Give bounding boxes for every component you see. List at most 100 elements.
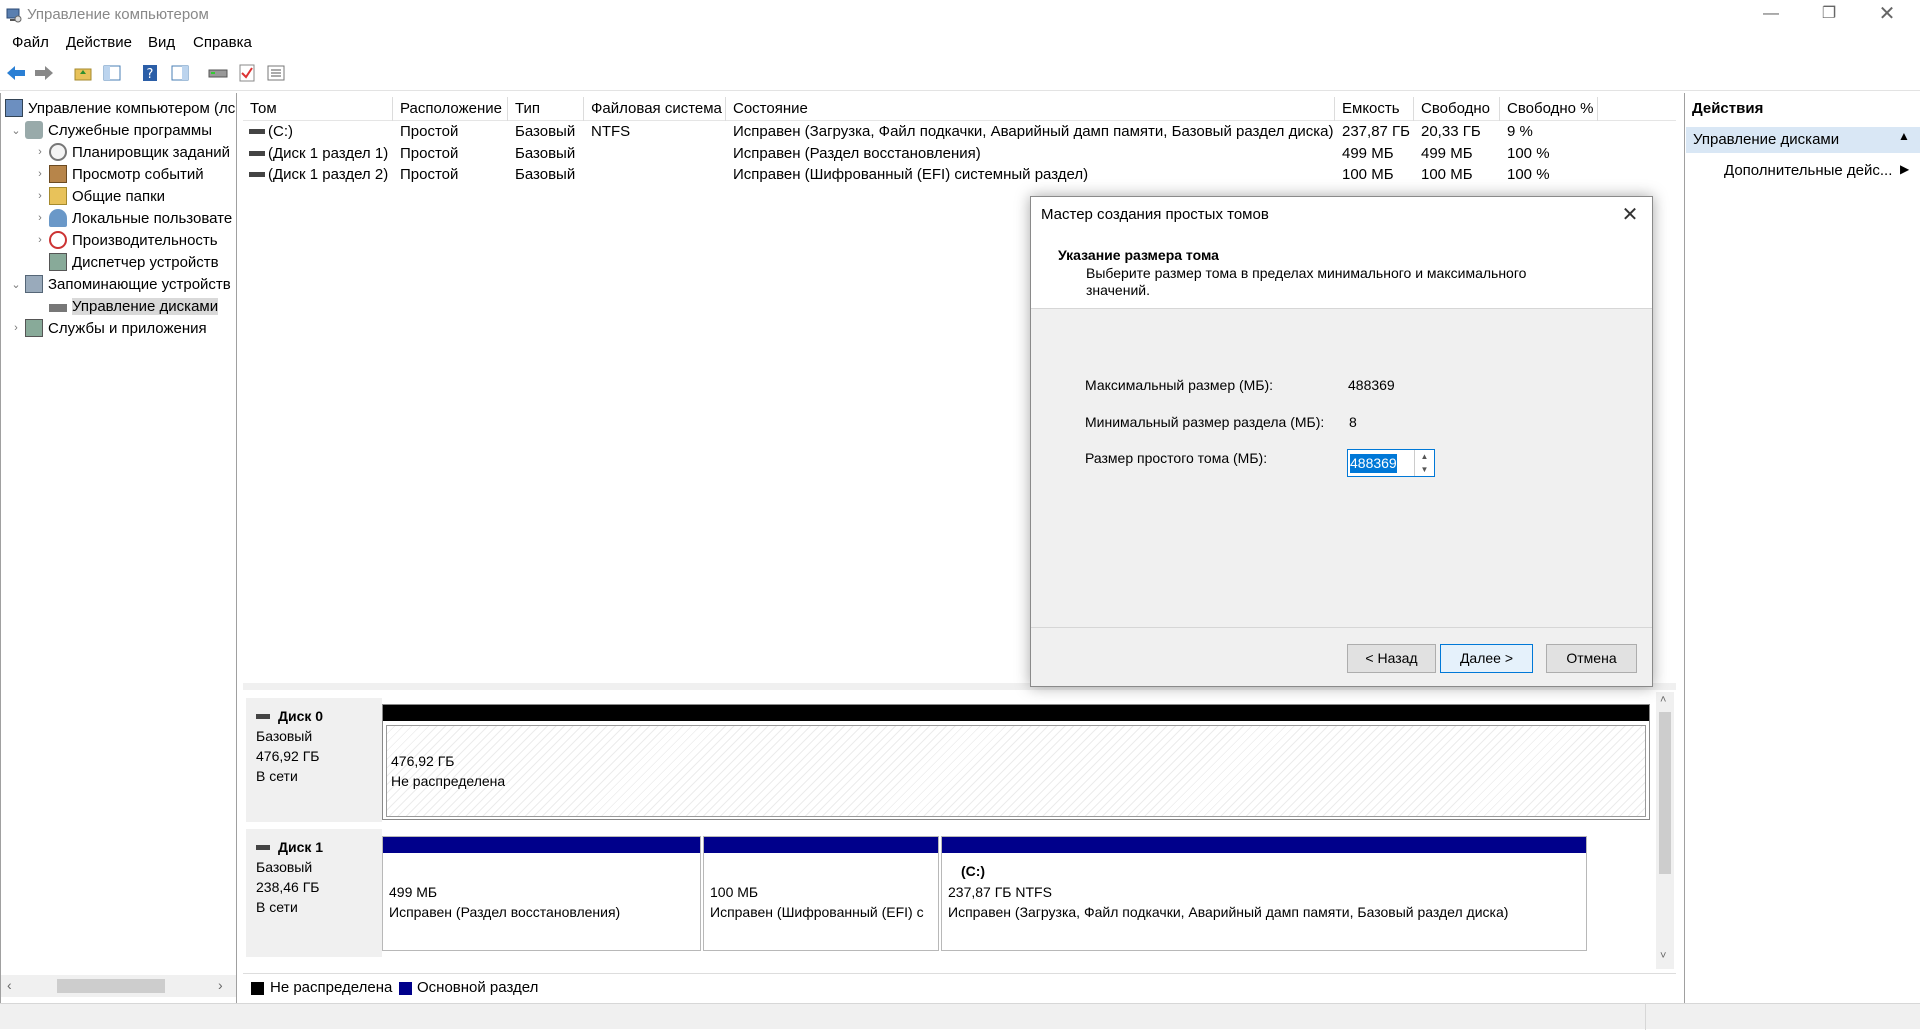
minimize-button[interactable]: —	[1748, 0, 1794, 30]
chevron-down-icon[interactable]: ⌄	[9, 124, 23, 137]
scroll-thumb[interactable]	[57, 979, 165, 993]
spin-up-button[interactable]: ▲	[1414, 450, 1434, 463]
spin-buttons: ▲ ▼	[1414, 450, 1434, 476]
dialog-close-button[interactable]: ✕	[1616, 202, 1644, 228]
column-header-type[interactable]: Тип	[508, 97, 584, 121]
forward-button[interactable]	[33, 62, 55, 84]
computer-management-icon	[5, 99, 23, 117]
chevron-right-icon[interactable]: ›	[33, 168, 47, 180]
action-pane-icon	[171, 65, 189, 81]
disk-status: В сети	[256, 899, 298, 915]
disk-0-info[interactable]: Диск 0 Базовый 476,92 ГБ В сети	[246, 698, 382, 822]
partition-efi[interactable]: 100 МБ Исправен (Шифрованный (EFI) с	[703, 836, 939, 951]
column-header-free-percent[interactable]: Свободно %	[1500, 97, 1598, 121]
actions-more-label: Дополнительные дейс...	[1724, 162, 1893, 179]
storage-icon	[25, 275, 43, 293]
disk-vertical-scrollbar[interactable]: ˄ ˅	[1656, 692, 1674, 969]
disk-1-info[interactable]: Диск 1 Базовый 238,46 ГБ В сети	[246, 829, 382, 957]
partition-size: 499 МБ	[389, 884, 438, 900]
close-window-button[interactable]: ✕	[1864, 0, 1910, 30]
show-hide-tree-button[interactable]	[101, 62, 123, 84]
help-button[interactable]: ?	[139, 62, 161, 84]
scroll-down-icon[interactable]: ˅	[1660, 950, 1666, 962]
scroll-right-icon[interactable]: ›	[218, 977, 223, 993]
partition-unallocated[interactable]: 476,92 ГБ Не распределена	[382, 704, 1650, 820]
chevron-right-icon[interactable]: ›	[33, 190, 47, 202]
volume-size-input[interactable]	[1350, 453, 1414, 473]
tree-item-device-manager[interactable]: Диспетчер устройств	[47, 251, 219, 273]
legend: Не распределена Основной раздел	[243, 973, 1676, 1003]
table-row[interactable]: (Диск 1 раздел 2) Простой Базовый Исправ…	[243, 164, 1676, 185]
legend-swatch-unallocated	[251, 982, 264, 995]
tree-horizontal-scrollbar[interactable]: ‹ ›	[1, 975, 236, 997]
table-row[interactable]: (Диск 1 раздел 1) Простой Базовый Исправ…	[243, 143, 1676, 164]
tree-item-task-scheduler[interactable]: › Планировщик заданий	[33, 141, 230, 163]
table-cell: Базовый	[515, 123, 576, 140]
column-header-free[interactable]: Свободно	[1414, 97, 1500, 121]
restore-button[interactable]: ❐	[1806, 0, 1852, 30]
scroll-up-icon[interactable]: ˄	[1660, 694, 1666, 706]
partition-recovery[interactable]: 499 МБ Исправен (Раздел восстановления)	[382, 836, 701, 951]
scroll-thumb[interactable]	[1659, 712, 1671, 874]
drive-icon	[208, 69, 228, 78]
collapse-up-icon[interactable]: ▲	[1898, 129, 1910, 143]
spin-down-icon: ▼	[1420, 465, 1429, 474]
menu-help[interactable]: Справка	[193, 34, 252, 51]
tree-item-performance[interactable]: › Производительность	[33, 229, 218, 251]
performance-icon	[49, 231, 67, 249]
column-header-filesystem[interactable]: Файловая система	[584, 97, 726, 121]
toolbar	[0, 56, 1920, 91]
table-cell: (C:)	[268, 123, 293, 140]
back-button[interactable]	[5, 62, 27, 84]
menu-view[interactable]: Вид	[148, 34, 175, 51]
partition-c[interactable]: (C:) 237,87 ГБ NTFS Исправен (Загрузка, …	[941, 836, 1587, 951]
tree-item-computer-management[interactable]: Управление компьютером (лс	[3, 97, 235, 119]
menu-file[interactable]: Файл	[12, 34, 49, 51]
max-size-label: Максимальный размер (МБ):	[1085, 377, 1274, 393]
spin-down-button[interactable]: ▼	[1414, 463, 1434, 476]
cancel-button[interactable]: Отмена	[1546, 644, 1637, 673]
tree-item-disk-management[interactable]: Управление дисками	[47, 295, 219, 317]
chevron-right-icon[interactable]: ›	[33, 234, 47, 246]
action-pane-button[interactable]	[169, 62, 191, 84]
column-header-layout[interactable]: Расположение	[393, 97, 508, 121]
chevron-right-icon[interactable]: ›	[33, 146, 47, 158]
partition-color-bar	[704, 837, 938, 853]
table-cell	[584, 143, 726, 164]
submenu-arrow-icon: ▶	[1900, 162, 1910, 176]
event-viewer-icon	[49, 165, 67, 183]
chevron-right-icon[interactable]: ›	[33, 212, 47, 224]
properties-button[interactable]	[265, 62, 287, 84]
menu-action[interactable]: Действие	[66, 34, 132, 51]
check-button[interactable]	[236, 62, 258, 84]
column-header-volume[interactable]: Том	[243, 97, 393, 121]
help-icon: ?	[143, 65, 157, 82]
chevron-down-icon[interactable]: ⌄	[9, 278, 23, 291]
connect-button[interactable]	[207, 62, 229, 84]
column-header-capacity[interactable]: Емкость	[1335, 97, 1414, 121]
partition-name: (C:)	[961, 863, 986, 879]
arrow-right-icon	[35, 66, 53, 80]
disk-status: В сети	[256, 768, 298, 784]
tree-item-services-apps[interactable]: › Службы и приложения	[9, 317, 207, 339]
disk-icon	[256, 844, 270, 850]
spin-up-icon: ▲	[1420, 452, 1429, 461]
actions-more-actions[interactable]: Дополнительные дейс...	[1724, 162, 1892, 179]
tree-item-system-tools[interactable]: ⌄ Служебные программы	[9, 119, 212, 141]
up-folder-button[interactable]	[72, 62, 94, 84]
chevron-right-icon[interactable]: ›	[9, 322, 23, 334]
scroll-left-icon[interactable]: ‹	[7, 977, 12, 993]
table-cell: 9 %	[1507, 123, 1533, 140]
disk-management-icon	[49, 304, 67, 312]
table-row[interactable]: (C:) Простой Базовый NTFS Исправен (Загр…	[243, 121, 1676, 142]
tree-item-local-users[interactable]: › Локальные пользовате	[33, 207, 232, 229]
console-tree: Управление компьютером (лс ⌄ Служебные пр…	[0, 93, 237, 1003]
tree-item-storage[interactable]: ⌄ Запоминающие устройств	[9, 273, 231, 295]
column-header-status[interactable]: Состояние	[726, 97, 1335, 121]
back-button[interactable]: < Назад	[1347, 644, 1436, 673]
tree-item-event-viewer[interactable]: › Просмотр событий	[33, 163, 204, 185]
next-button[interactable]: Далее >	[1440, 644, 1533, 673]
tree-item-shared-folders[interactable]: › Общие папки	[33, 185, 165, 207]
actions-section-disk-management[interactable]: Управление дисками ▲	[1686, 127, 1920, 153]
dialog-title: Мастер создания простых томов	[1041, 206, 1269, 223]
